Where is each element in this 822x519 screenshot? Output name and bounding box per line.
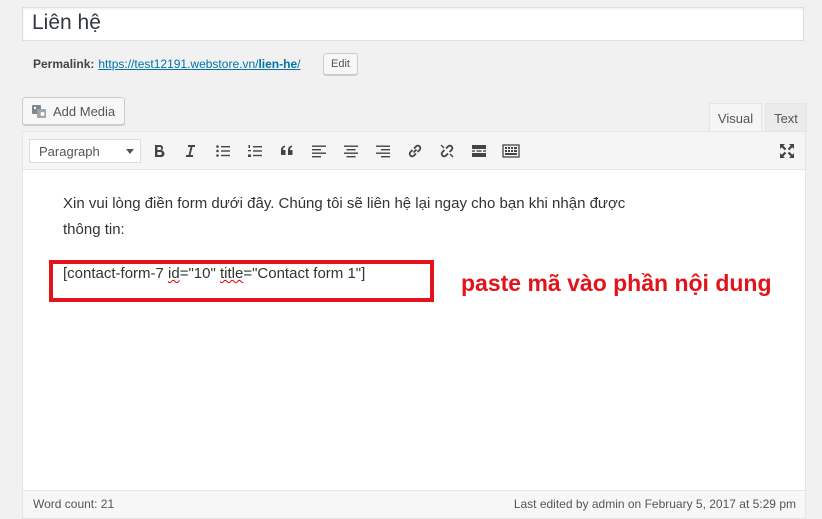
tab-text[interactable]: Text <box>765 103 807 132</box>
permalink-row: Permalink: https://test12191.webstore.vn… <box>33 57 300 71</box>
numbered-list-icon[interactable] <box>245 141 265 161</box>
align-right-icon[interactable] <box>373 141 393 161</box>
bold-icon[interactable] <box>149 141 169 161</box>
permalink-edit-button[interactable]: Edit <box>323 53 358 75</box>
word-count: Word count: 21 <box>33 497 115 511</box>
editor-toolbar: Paragraph <box>23 132 805 170</box>
tab-visual[interactable]: Visual <box>709 103 762 132</box>
permalink-slug: lien-he <box>258 57 298 71</box>
last-edited: Last edited by admin on February 5, 2017… <box>513 497 796 511</box>
unlink-icon[interactable] <box>437 141 457 161</box>
add-media-label: Add Media <box>53 103 116 119</box>
read-more-icon[interactable] <box>469 141 489 161</box>
fullscreen-icon[interactable] <box>777 141 797 161</box>
bullet-list-icon[interactable] <box>213 141 233 161</box>
title-field[interactable]: Liên hệ <box>22 7 804 41</box>
permalink-url-end: / <box>297 57 301 71</box>
align-center-icon[interactable] <box>341 141 361 161</box>
editor-statusbar: Word count: 21 Last edited by admin on F… <box>23 490 805 518</box>
permalink-link[interactable]: https://test12191.webstore.vn/lien-he/ <box>98 57 300 71</box>
toolbar-toggle-icon[interactable] <box>501 141 521 161</box>
media-icon <box>31 103 47 119</box>
italic-icon[interactable] <box>180 141 200 161</box>
highlight-box <box>49 260 434 302</box>
editor-paragraph: Xin vui lòng điền form dưới đây. Chúng t… <box>63 195 626 238</box>
add-media-button[interactable]: Add Media <box>22 97 125 125</box>
format-select-value: Paragraph <box>39 143 100 159</box>
blockquote-icon[interactable] <box>277 141 297 161</box>
format-select[interactable]: Paragraph <box>29 139 141 163</box>
align-left-icon[interactable] <box>309 141 329 161</box>
title-input[interactable]: Liên hệ <box>32 11 101 35</box>
link-icon[interactable] <box>405 141 425 161</box>
editor[interactable]: Paragraph Xin vui lòng điền form dưới đâ… <box>22 131 806 519</box>
permalink-url-base: https://test12191.webstore.vn/ <box>98 57 259 71</box>
annotation-text: paste mã vào phần nội dung <box>461 270 772 296</box>
permalink-label: Permalink: <box>33 57 95 71</box>
chevron-down-icon <box>126 149 134 154</box>
